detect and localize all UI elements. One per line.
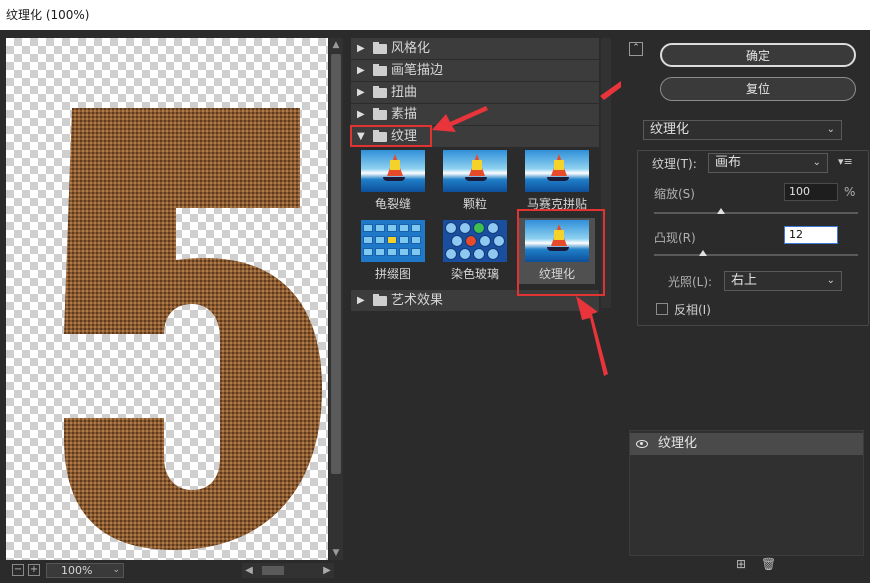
filter-options-group: 纹理(T): 画布 ⌄ ▾≡ 缩放(S) 100 % 凸现(R) 12 光照(L…	[637, 150, 869, 326]
texture-menu-icon[interactable]: ▾≡	[838, 155, 853, 168]
relief-slider-knob[interactable]	[698, 250, 707, 256]
scaling-slider-knob[interactable]	[717, 208, 726, 214]
invert-label: 反相(I)	[674, 303, 711, 317]
effect-layers-list: 纹理化	[629, 430, 864, 556]
filter-select-value: 纹理化	[650, 122, 690, 137]
eye-icon[interactable]	[636, 440, 648, 448]
light-label: 光照(L):	[668, 275, 713, 289]
scaling-slider[interactable]	[654, 212, 858, 214]
texture-select[interactable]: 画布 ⌄	[708, 153, 828, 173]
scaling-unit: %	[844, 185, 856, 199]
effect-layer-row[interactable]: 纹理化	[630, 433, 863, 455]
new-effect-layer-icon[interactable]: ⊞	[735, 558, 747, 570]
relief-input[interactable]: 12	[784, 226, 838, 244]
chevron-down-icon: ⌄	[826, 124, 835, 135]
effect-layer-label: 纹理化	[658, 436, 698, 451]
chevron-down-icon: ⌄	[826, 275, 835, 286]
texture-label: 纹理(T):	[652, 157, 697, 171]
texture-select-value: 画布	[715, 155, 742, 170]
filter-select[interactable]: 纹理化 ⌄	[643, 120, 842, 140]
arrow-icon	[432, 106, 488, 132]
invert-checkbox[interactable]	[656, 303, 668, 315]
scaling-input[interactable]: 100	[784, 183, 838, 201]
settings-panel: ⌃ 确定 复位 纹理化 ⌄ 纹理(T): 画布 ⌄ ▾≡ 缩放(S) 100 %…	[621, 38, 870, 583]
scaling-label: 缩放(S)	[654, 187, 695, 201]
arrow-icon	[576, 296, 608, 376]
chevron-down-icon: ⌄	[812, 157, 821, 168]
light-select[interactable]: 右上 ⌄	[724, 271, 842, 291]
relief-label: 凸现(R)	[654, 231, 696, 245]
ok-button[interactable]: 确定	[660, 43, 856, 67]
reset-button[interactable]: 复位	[660, 77, 856, 101]
light-select-value: 右上	[731, 273, 758, 288]
delete-effect-layer-icon[interactable]: 🗑	[761, 558, 776, 570]
relief-slider[interactable]	[654, 254, 858, 256]
collapse-gallery-icon[interactable]: ⌃	[629, 42, 643, 56]
